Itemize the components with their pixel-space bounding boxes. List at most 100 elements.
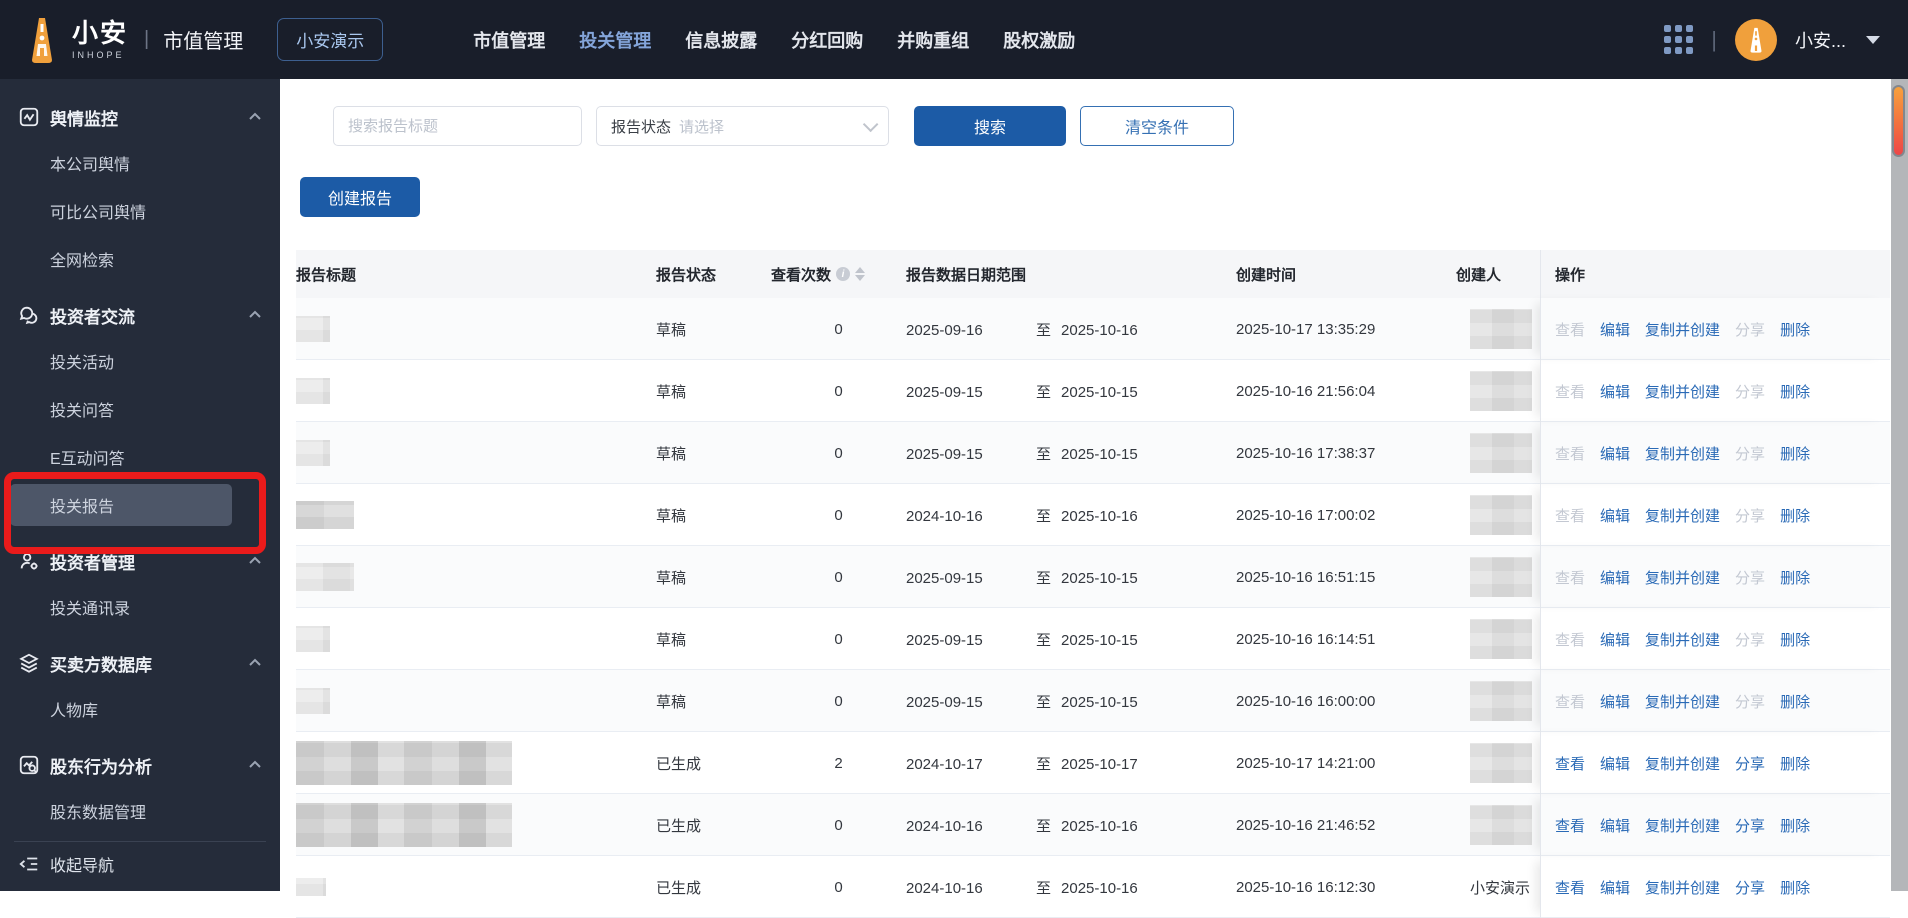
redacted-creator: [1470, 557, 1532, 597]
search-input[interactable]: [333, 106, 582, 146]
edit-link[interactable]: 编辑: [1600, 443, 1630, 464]
edit-link[interactable]: 编辑: [1600, 567, 1630, 588]
view-link[interactable]: 查看: [1555, 629, 1585, 650]
top-nav-item[interactable]: 分红回购: [791, 27, 863, 53]
share-link[interactable]: 分享: [1735, 505, 1765, 526]
user-avatar[interactable]: [1734, 18, 1777, 61]
delete-link[interactable]: 删除: [1780, 443, 1810, 464]
view-link[interactable]: 查看: [1555, 381, 1585, 402]
edit-link[interactable]: 编辑: [1600, 815, 1630, 836]
chevron-up-icon[interactable]: [248, 758, 262, 772]
report-status-select[interactable]: 报告状态 请选择: [596, 106, 889, 146]
view-link[interactable]: 查看: [1555, 877, 1585, 898]
sidebar-section-investor-comm[interactable]: 投资者交流: [0, 293, 280, 337]
chevron-up-icon[interactable]: [248, 554, 262, 568]
table-row: 已生成 2 2024-10-17 至 2025-10-17 2025-10-17 1…: [296, 732, 1890, 794]
chevron-up-icon[interactable]: [248, 308, 262, 322]
delete-link[interactable]: 删除: [1780, 505, 1810, 526]
views-cell: 0: [834, 630, 843, 648]
user-menu-caret-icon[interactable]: [1866, 35, 1880, 44]
sidebar-item-web-search[interactable]: 全网检索: [0, 235, 280, 283]
share-link[interactable]: 分享: [1735, 567, 1765, 588]
sidebar-item-company-sentiment[interactable]: 本公司舆情: [0, 139, 280, 187]
delete-link[interactable]: 删除: [1780, 877, 1810, 898]
edit-link[interactable]: 编辑: [1600, 319, 1630, 340]
edit-link[interactable]: 编辑: [1600, 753, 1630, 774]
chevron-up-icon[interactable]: [248, 110, 262, 124]
sidebar-item-peer-sentiment[interactable]: 可比公司舆情: [0, 187, 280, 235]
share-link[interactable]: 分享: [1735, 877, 1765, 898]
delete-link[interactable]: 删除: [1780, 381, 1810, 402]
edit-link[interactable]: 编辑: [1600, 505, 1630, 526]
user-name[interactable]: 小安...: [1795, 27, 1846, 53]
share-link[interactable]: 分享: [1735, 815, 1765, 836]
sidebar-item-people-db[interactable]: 人物库: [0, 685, 280, 733]
copy-create-link[interactable]: 复制并创建: [1645, 381, 1720, 402]
share-link[interactable]: 分享: [1735, 381, 1765, 402]
view-link[interactable]: 查看: [1555, 319, 1585, 340]
top-nav-item[interactable]: 市值管理: [473, 27, 545, 53]
top-nav-item[interactable]: 股权激励: [1003, 27, 1075, 53]
views-cell: 0: [834, 816, 843, 834]
edit-link[interactable]: 编辑: [1600, 691, 1630, 712]
actions-cell: 查看 编辑 复制并创建 分享 删除: [1540, 422, 1890, 484]
copy-create-link[interactable]: 复制并创建: [1645, 753, 1720, 774]
sidebar-section-sentiment[interactable]: 舆情监控: [0, 95, 280, 139]
redacted-creator: [1470, 619, 1532, 659]
apps-grid-icon[interactable]: [1664, 25, 1694, 54]
view-link[interactable]: 查看: [1555, 691, 1585, 712]
redacted-creator: [1470, 309, 1532, 349]
sidebar-item-ir-reports[interactable]: 投关报告: [0, 481, 280, 529]
search-button[interactable]: 搜索: [914, 106, 1066, 146]
share-link[interactable]: 分享: [1735, 629, 1765, 650]
chevron-up-icon[interactable]: [248, 656, 262, 670]
share-link[interactable]: 分享: [1735, 319, 1765, 340]
edit-link[interactable]: 编辑: [1600, 877, 1630, 898]
collapse-nav-button[interactable]: 收起导航: [0, 842, 280, 886]
sidebar-item-shareholder-data[interactable]: 股东数据管理: [0, 787, 280, 835]
edit-link[interactable]: 编辑: [1600, 629, 1630, 650]
date-range-cell: 2025-09-15 至 2025-10-15: [906, 631, 1138, 649]
share-link[interactable]: 分享: [1735, 691, 1765, 712]
sidebar-section-buyside-db[interactable]: 买卖方数据库: [0, 641, 280, 685]
view-link[interactable]: 查看: [1555, 815, 1585, 836]
delete-link[interactable]: 删除: [1780, 815, 1810, 836]
env-badge-button[interactable]: 小安演示: [277, 18, 384, 61]
date-range-cell: 2025-09-16 至 2025-10-16: [906, 321, 1138, 339]
info-icon[interactable]: i: [836, 267, 851, 281]
page-scrollbar[interactable]: [1891, 79, 1908, 891]
copy-create-link[interactable]: 复制并创建: [1645, 877, 1720, 898]
view-link[interactable]: 查看: [1555, 753, 1585, 774]
create-report-button[interactable]: 创建报告: [300, 177, 420, 217]
sidebar-item-ir-activities[interactable]: 投关活动: [0, 337, 280, 385]
view-link[interactable]: 查看: [1555, 505, 1585, 526]
copy-create-link[interactable]: 复制并创建: [1645, 505, 1720, 526]
share-link[interactable]: 分享: [1735, 753, 1765, 774]
copy-create-link[interactable]: 复制并创建: [1645, 629, 1720, 650]
top-nav-item[interactable]: 并购重组: [897, 27, 969, 53]
sort-icon[interactable]: [855, 267, 866, 281]
copy-create-link[interactable]: 复制并创建: [1645, 691, 1720, 712]
delete-link[interactable]: 删除: [1780, 567, 1810, 588]
top-nav-item[interactable]: 投关管理: [579, 27, 651, 53]
share-link[interactable]: 分享: [1735, 443, 1765, 464]
edit-link[interactable]: 编辑: [1600, 381, 1630, 402]
view-link[interactable]: 查看: [1555, 567, 1585, 588]
copy-create-link[interactable]: 复制并创建: [1645, 443, 1720, 464]
clear-filters-button[interactable]: 清空条件: [1080, 106, 1234, 146]
delete-link[interactable]: 删除: [1780, 753, 1810, 774]
sidebar-item-einteraction-qa[interactable]: E互动问答: [0, 433, 280, 481]
top-nav-item[interactable]: 信息披露: [685, 27, 757, 53]
delete-link[interactable]: 删除: [1780, 691, 1810, 712]
sidebar-item-ir-qa[interactable]: 投关问答: [0, 385, 280, 433]
scrollbar-thumb[interactable]: [1892, 85, 1905, 157]
copy-create-link[interactable]: 复制并创建: [1645, 319, 1720, 340]
sidebar-item-ir-contacts[interactable]: 投关通讯录: [0, 583, 280, 631]
delete-link[interactable]: 删除: [1780, 629, 1810, 650]
delete-link[interactable]: 删除: [1780, 319, 1810, 340]
sidebar-section-shareholder-analysis[interactable]: 股东行为分析: [0, 743, 280, 787]
copy-create-link[interactable]: 复制并创建: [1645, 815, 1720, 836]
sidebar-section-investor-mgmt[interactable]: 投资者管理: [0, 539, 280, 583]
view-link[interactable]: 查看: [1555, 443, 1585, 464]
copy-create-link[interactable]: 复制并创建: [1645, 567, 1720, 588]
